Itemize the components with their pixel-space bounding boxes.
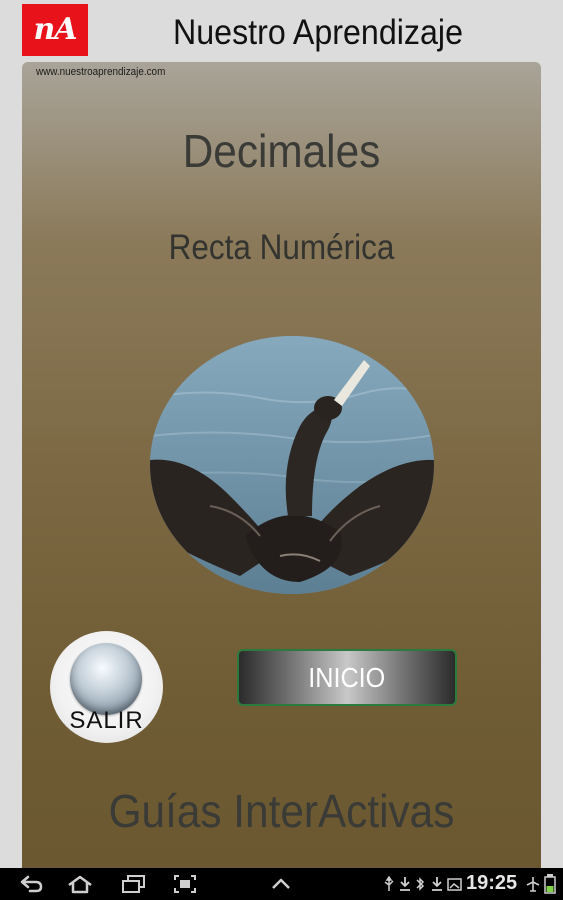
photo-icon	[447, 876, 463, 896]
airplane-icon	[526, 876, 540, 896]
footer-brand: Guías InterActivas	[108, 785, 455, 837]
system-bar: 19:25	[0, 868, 563, 900]
header: nA Nuestro Aprendizaje	[0, 0, 563, 62]
start-button-label: INICIO	[308, 662, 386, 693]
bird-photo	[150, 336, 434, 594]
home-icon[interactable]	[66, 874, 94, 894]
start-button[interactable]: INICIO	[237, 649, 457, 706]
exit-button-label: SALIR	[69, 707, 144, 734]
back-icon[interactable]	[18, 874, 44, 894]
exit-button[interactable]: SALIR	[50, 631, 163, 743]
up-arrow-icon[interactable]	[270, 874, 292, 894]
website-label: www.nuestroaprendizaje.com	[36, 66, 166, 78]
clock: 19:25	[466, 872, 518, 894]
main-panel: www.nuestroaprendizaje.com Decimales Rec…	[22, 62, 541, 868]
sync-icon	[414, 876, 428, 896]
download-icon	[398, 876, 412, 896]
app-screen: nA Nuestro Aprendizaje www.nuestroaprend…	[0, 0, 563, 900]
usb-icon	[382, 876, 396, 896]
exit-knob-icon	[70, 643, 142, 715]
recent-apps-icon[interactable]	[120, 874, 146, 894]
download-icon	[430, 876, 444, 896]
app-title: Nuestro Aprendizaje	[172, 13, 463, 52]
screenshot-icon[interactable]	[173, 874, 197, 894]
topic-title: Decimales	[182, 125, 381, 177]
app-logo: nA	[22, 4, 88, 56]
subtopic-title: Recta Numérica	[168, 228, 395, 267]
battery-icon	[544, 874, 556, 894]
